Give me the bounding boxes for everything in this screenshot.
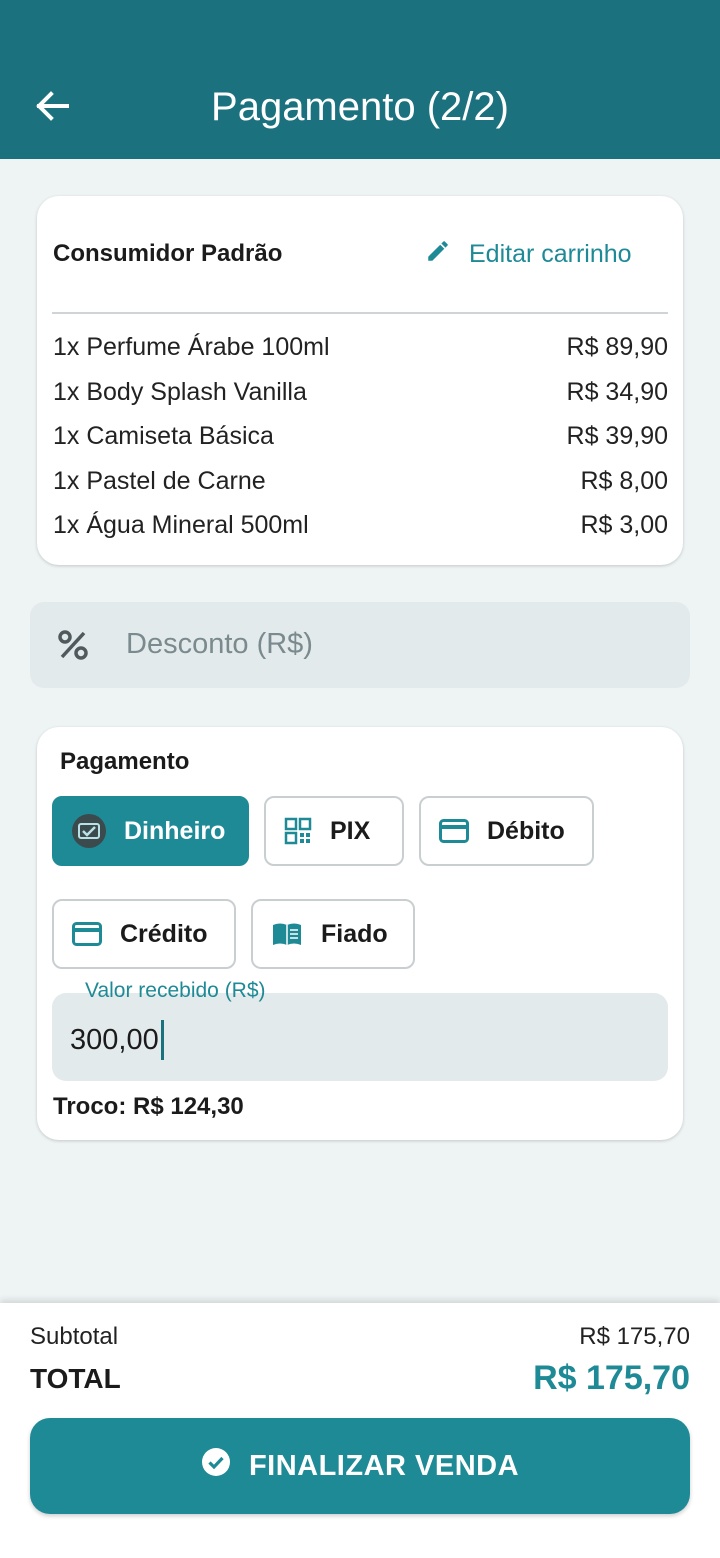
- payment-title: Pagamento: [60, 748, 190, 775]
- pencil-icon: [425, 238, 469, 271]
- item-price: R$ 39,90: [566, 422, 668, 450]
- payment-method-credito[interactable]: Crédito: [52, 899, 236, 969]
- item-price: R$ 89,90: [566, 333, 668, 361]
- payment-method-label: Dinheiro: [124, 816, 226, 845]
- page-title: Pagamento (2/2): [211, 85, 509, 129]
- payment-method-label: Fiado: [321, 919, 388, 948]
- checkout-summary: Subtotal R$ 175,70 TOTAL R$ 175,70 FINAL…: [0, 1303, 720, 1558]
- edit-cart-button[interactable]: Editar carrinho: [425, 238, 632, 271]
- received-value-text: 300,00: [70, 1020, 164, 1060]
- item-price: R$ 3,00: [580, 511, 668, 539]
- list-item: 1x Body Splash Vanilla R$ 34,90: [53, 375, 668, 420]
- credit-card-icon: [72, 922, 102, 946]
- item-name: 1x Água Mineral 500ml: [53, 511, 309, 539]
- received-value-label: Valor recebido (R$): [85, 979, 266, 1002]
- check-circle-icon: [201, 1447, 249, 1485]
- total-value: R$ 175,70: [533, 1359, 690, 1397]
- item-price: R$ 8,00: [580, 466, 668, 495]
- payment-method-label: PIX: [330, 816, 371, 845]
- divider: [52, 312, 668, 314]
- payment-method-debito[interactable]: Débito: [419, 796, 594, 866]
- finalize-sale-button[interactable]: FINALIZAR VENDA: [30, 1418, 690, 1514]
- change-amount: Troco: R$ 124,30: [53, 1093, 244, 1120]
- payment-card: Pagamento Dinheiro PIX Débito Crédito Fi…: [37, 727, 683, 1140]
- payment-method-label: Crédito: [120, 919, 208, 948]
- cart-item-list: 1x Perfume Árabe 100ml R$ 89,90 1x Body …: [53, 330, 668, 553]
- discount-placeholder: Desconto (R$): [126, 628, 313, 660]
- qr-code-icon: [284, 817, 312, 845]
- discount-input[interactable]: Desconto (R$): [30, 602, 690, 688]
- text-caret: [160, 1020, 164, 1060]
- total-label: TOTAL: [30, 1363, 121, 1394]
- list-item: 1x Água Mineral 500ml R$ 3,00: [53, 508, 668, 553]
- credit-card-icon: [439, 819, 469, 843]
- subtotal-value: R$ 175,70: [579, 1323, 690, 1350]
- book-icon: [271, 921, 303, 947]
- payment-method-fiado[interactable]: Fiado: [251, 899, 415, 969]
- item-price: R$ 34,90: [566, 377, 668, 406]
- list-item: 1x Camiseta Básica R$ 39,90: [53, 419, 668, 464]
- payment-method-label: Débito: [487, 816, 565, 845]
- cash-icon: [72, 814, 106, 848]
- payment-method-pix[interactable]: PIX: [264, 796, 404, 866]
- cart-summary-card: Consumidor Padrão Editar carrinho 1x Per…: [37, 196, 683, 565]
- finalize-sale-label: FINALIZAR VENDA: [248, 1449, 520, 1482]
- item-name: 1x Perfume Árabe 100ml: [53, 333, 330, 361]
- customer-name: Consumidor Padrão: [53, 240, 283, 267]
- item-name: 1x Body Splash Vanilla: [53, 377, 307, 406]
- list-item: 1x Pastel de Carne R$ 8,00: [53, 464, 668, 509]
- list-item: 1x Perfume Árabe 100ml R$ 89,90: [53, 330, 668, 375]
- payment-method-dinheiro[interactable]: Dinheiro: [52, 796, 249, 866]
- percent-icon: [56, 628, 90, 667]
- edit-cart-label: Editar carrinho: [469, 240, 632, 268]
- subtotal-label: Subtotal: [30, 1323, 119, 1350]
- item-name: 1x Camiseta Básica: [53, 422, 274, 450]
- received-value: 300,00: [70, 1023, 159, 1056]
- app-bar: Pagamento (2/2): [0, 0, 720, 159]
- item-name: 1x Pastel de Carne: [53, 466, 266, 495]
